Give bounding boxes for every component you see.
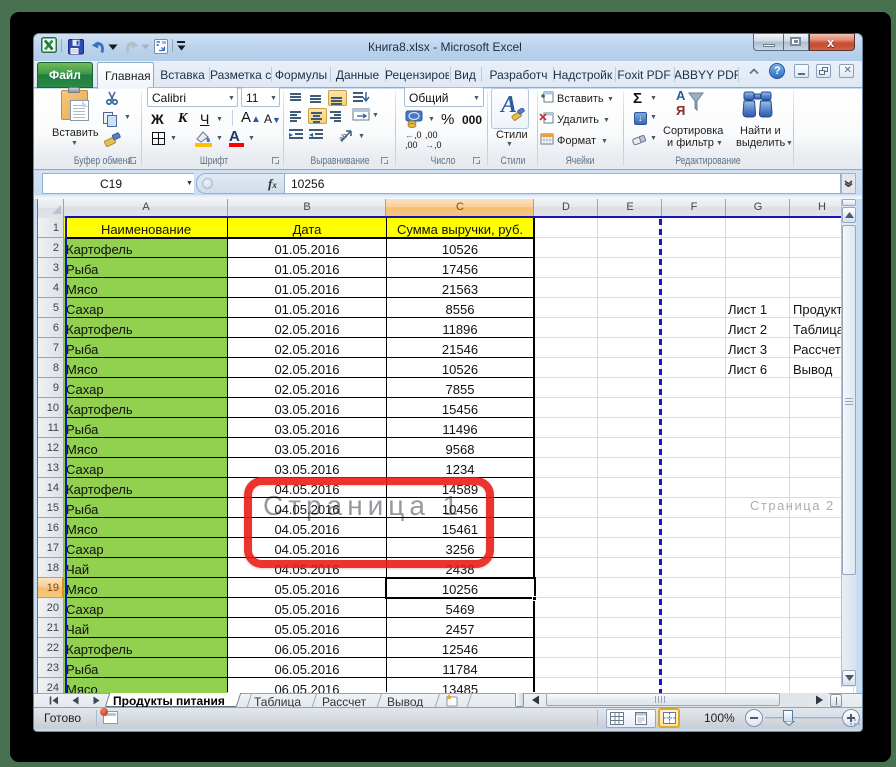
svg-text:ab: ab xyxy=(338,131,350,144)
